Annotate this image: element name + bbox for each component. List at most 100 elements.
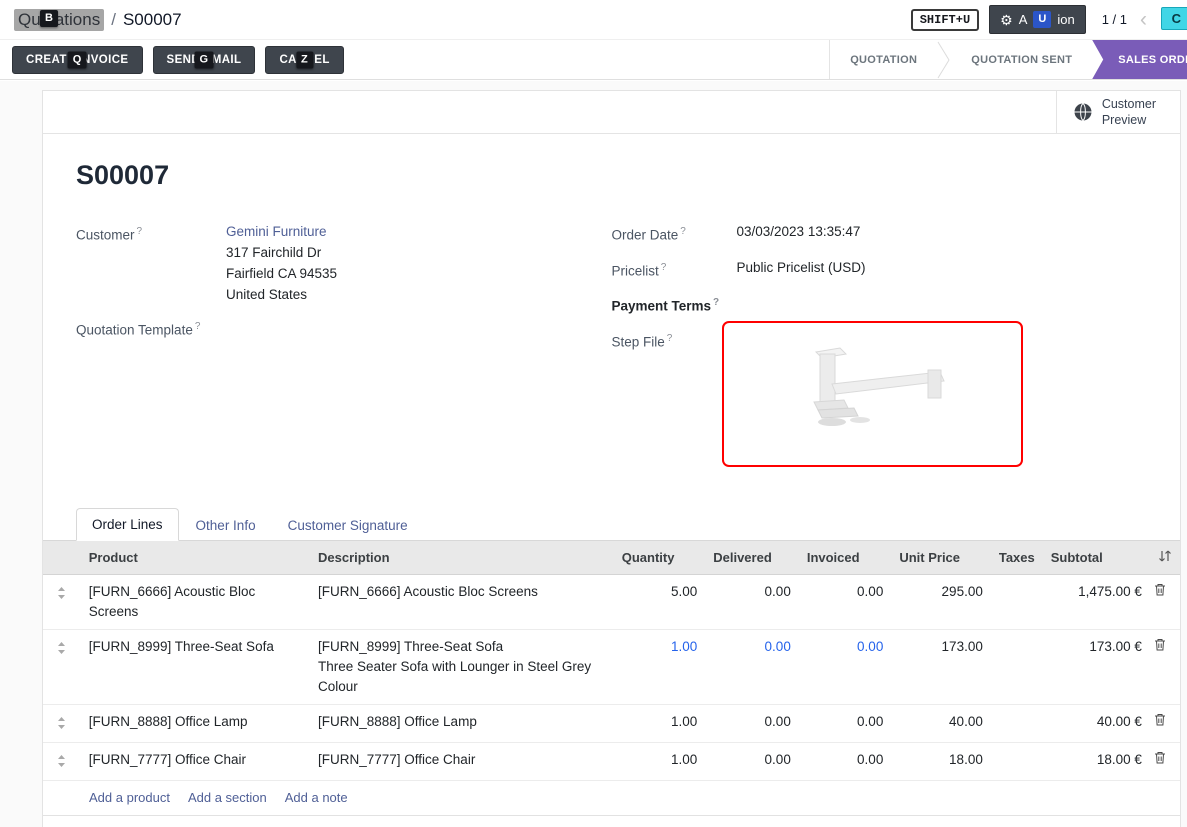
handle-column-header (43, 541, 81, 575)
drag-handle[interactable] (43, 742, 81, 780)
cell-invoiced[interactable]: 0.00 (799, 742, 892, 780)
create-invoice-button[interactable]: CREATE INVOICE Q (12, 46, 143, 74)
cell-unit-price[interactable]: 173.00 (891, 629, 991, 704)
add-section-link[interactable]: Add a section (188, 790, 267, 805)
delete-row-button[interactable] (1150, 574, 1180, 629)
customer-link[interactable]: Gemini Furniture (226, 221, 337, 242)
delete-row-button[interactable] (1150, 742, 1180, 780)
cell-quantity[interactable]: 1.00 (614, 629, 706, 704)
table-footer-links: Add a product Add a section Add a note (43, 781, 1180, 816)
field-groups: Customer? Gemini Furniture 317 Fairchild… (76, 221, 1147, 478)
column-header-delivered[interactable]: Delivered (705, 541, 799, 575)
cell-unit-price[interactable]: 18.00 (891, 742, 991, 780)
step-file-field: Step File? (612, 328, 1148, 467)
tab-order-lines[interactable]: Order Lines (76, 508, 179, 541)
status-step-sales-order[interactable]: SALES ORDER (1092, 40, 1187, 79)
cell-invoiced[interactable]: 0.00 (799, 629, 892, 704)
cell-taxes[interactable] (991, 742, 1043, 780)
sheet-header-strip: Customer Preview (43, 91, 1180, 134)
trash-icon (1154, 638, 1166, 651)
cell-product[interactable]: [FURN_7777] Office Chair (81, 742, 310, 780)
column-header-invoiced[interactable]: Invoiced (799, 541, 892, 575)
breadcrumb-current: S00007 (123, 10, 182, 30)
add-product-link[interactable]: Add a product (89, 790, 170, 805)
cell-description[interactable]: [FURN_8999] Three-Seat Sofa Three Seater… (310, 629, 614, 704)
cell-quantity[interactable]: 1.00 (614, 704, 706, 742)
keyboard-hint-badge: Z (296, 51, 313, 68)
trash-icon (1154, 713, 1166, 726)
keyboard-hint-badge: G (194, 51, 213, 68)
address-line: Fairfield CA 94535 (226, 263, 337, 284)
table-row: [FURN_7777] Office Chair [FURN_7777] Off… (43, 742, 1180, 780)
cell-subtotal: 173.00 € (1043, 629, 1150, 704)
column-header-description[interactable]: Description (310, 541, 614, 575)
cell-subtotal: 40.00 € (1043, 704, 1150, 742)
cell-invoiced[interactable]: 0.00 (799, 574, 892, 629)
keyboard-hint-badge: B (40, 10, 58, 27)
status-step-quotation[interactable]: QUOTATION (830, 40, 937, 79)
cell-unit-price[interactable]: 40.00 (891, 704, 991, 742)
help-icon: ? (195, 321, 201, 332)
order-lines-table: Product Description Quantity Delivered I… (43, 541, 1180, 781)
gear-icon: ⚙ (1000, 13, 1013, 27)
cell-delivered[interactable]: 0.00 (705, 704, 799, 742)
cell-delivered[interactable]: 0.00 (705, 742, 799, 780)
order-date-label: Order Date? (612, 221, 737, 246)
quotation-template-label: Quotation Template? (76, 316, 226, 341)
tab-other-info[interactable]: Other Info (181, 510, 271, 541)
optional-columns-button[interactable] (1150, 541, 1180, 575)
column-header-unit-price[interactable]: Unit Price (891, 541, 991, 575)
cell-product[interactable]: [FURN_8999] Three-Seat Sofa (81, 629, 310, 704)
send-email-button[interactable]: SEND EMAIL G (153, 46, 256, 74)
cell-subtotal: 18.00 € (1043, 742, 1150, 780)
delete-row-button[interactable] (1150, 704, 1180, 742)
cell-description[interactable]: [FURN_6666] Acoustic Bloc Screens (310, 574, 614, 629)
column-header-taxes[interactable]: Taxes (991, 541, 1043, 575)
shift-u-keyboard-hint: SHIFT+U (911, 9, 979, 31)
status-bar: QUOTATION QUOTATION SENT SALES ORDER (829, 40, 1187, 79)
delete-row-button[interactable] (1150, 629, 1180, 704)
customer-preview-link[interactable]: Customer Preview (1056, 91, 1180, 133)
cell-delivered[interactable]: 0.00 (705, 574, 799, 629)
action-menu-button[interactable]: ⚙ A U ion (989, 5, 1086, 34)
drag-handle[interactable] (43, 574, 81, 629)
status-step-quotation-sent[interactable]: QUOTATION SENT (951, 40, 1092, 79)
cell-unit-price[interactable]: 295.00 (891, 574, 991, 629)
control-panel-bar: CREATE INVOICE Q SEND EMAIL G CANCEL Z Q… (0, 40, 1187, 80)
cell-product[interactable]: [FURN_8888] Office Lamp (81, 704, 310, 742)
cell-product[interactable]: [FURN_6666] Acoustic Bloc Screens (81, 574, 310, 629)
column-header-quantity[interactable]: Quantity (614, 541, 706, 575)
cell-delivered[interactable]: 0.00 (705, 629, 799, 704)
step-file-image[interactable] (722, 321, 1023, 467)
pricelist-label: Pricelist? (612, 257, 737, 282)
tab-customer-signature[interactable]: Customer Signature (273, 510, 423, 541)
cell-quantity[interactable]: 1.00 (614, 742, 706, 780)
pricelist-value[interactable]: Public Pricelist (USD) (737, 257, 866, 282)
action-label-post: ion (1057, 12, 1074, 27)
drag-handle[interactable] (43, 629, 81, 704)
breadcrumb-parent-link[interactable]: Quotations B (14, 9, 104, 31)
cell-taxes[interactable] (991, 704, 1043, 742)
cancel-button[interactable]: CANCEL Z (265, 46, 343, 74)
pricelist-field: Pricelist? Public Pricelist (USD) (612, 257, 1148, 282)
customer-field-label: Customer? (76, 221, 226, 305)
column-header-product[interactable]: Product (81, 541, 310, 575)
keyboard-hint-badge: U (1033, 11, 1051, 28)
add-note-link[interactable]: Add a note (285, 790, 348, 805)
drag-handle-icon (57, 717, 66, 729)
address-line: United States (226, 284, 337, 305)
cell-taxes[interactable] (991, 629, 1043, 704)
breadcrumb-bar: Quotations B / S00007 SHIFT+U ⚙ A U ion … (0, 0, 1187, 40)
cell-description[interactable]: [FURN_8888] Office Lamp (310, 704, 614, 742)
3d-part-preview (782, 342, 962, 446)
cell-taxes[interactable] (991, 574, 1043, 629)
drag-handle[interactable] (43, 704, 81, 742)
toggle-columns-icon (1158, 550, 1172, 562)
cell-description[interactable]: [FURN_7777] Office Chair (310, 742, 614, 780)
cell-quantity[interactable]: 5.00 (614, 574, 706, 629)
cell-invoiced[interactable]: 0.00 (799, 704, 892, 742)
column-header-subtotal[interactable]: Subtotal (1043, 541, 1150, 575)
quotation-template-field: Quotation Template? (76, 316, 612, 341)
pager-previous-icon[interactable]: ‹ (1137, 9, 1150, 30)
order-date-value[interactable]: 03/03/2023 13:35:47 (737, 221, 861, 246)
